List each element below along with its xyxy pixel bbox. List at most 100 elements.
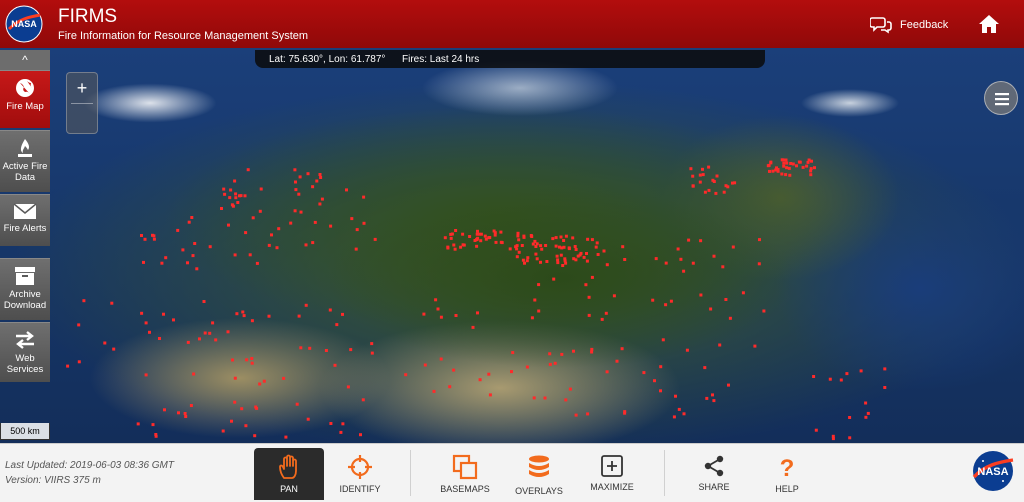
overlays-tool-button[interactable]: OVERLAYS: [504, 448, 574, 500]
sidebar-item-web-services[interactable]: Web Services: [0, 322, 50, 382]
fire-detection-dot: [782, 161, 786, 165]
fire-detection-dot: [848, 436, 852, 440]
fire-detection-dot: [533, 239, 537, 243]
sidebar-item-label: Web Services: [6, 353, 44, 375]
fire-detection-dot: [699, 239, 703, 243]
nasa-logo-icon[interactable]: NASA: [5, 5, 43, 43]
fire-detection-dot: [540, 247, 544, 251]
fire-detection-dot: [805, 164, 809, 168]
fire-detection-dot: [510, 370, 513, 374]
fire-detection-dot: [110, 301, 114, 305]
fire-detection-dot: [220, 207, 223, 210]
fire-detection-dot: [236, 201, 240, 204]
sidebar-collapse-button[interactable]: ^: [0, 50, 50, 70]
sidebar-item-fire-map[interactable]: Fire Map: [0, 70, 50, 128]
zoom-out-button[interactable]: [67, 104, 97, 134]
fire-detection-dot: [190, 216, 194, 219]
svg-text:NASA: NASA: [977, 466, 1008, 478]
fire-detection-dot: [319, 176, 323, 179]
identify-tool-button[interactable]: IDENTIFY: [325, 448, 395, 500]
fire-detection-dot: [789, 162, 793, 165]
bottom-toolbar: Last Updated: 2019-06-03 08:36 GMT Versi…: [0, 443, 1024, 502]
fire-detection-dot: [299, 346, 303, 350]
fire-detection-dot: [623, 258, 627, 261]
fire-detection-dot: [526, 256, 530, 260]
fire-detection-dot: [294, 188, 298, 192]
fire-detection-dot: [231, 204, 235, 208]
fire-detection-dot: [548, 352, 552, 356]
zoom-control: +: [66, 72, 98, 134]
fire-detection-dot: [103, 341, 107, 345]
crosshair-icon: [348, 455, 372, 479]
fire-detection-dot: [222, 187, 226, 191]
fire-detection-dot: [299, 210, 303, 214]
fire-detection-dot: [552, 277, 556, 281]
fire-detection-dot: [612, 294, 616, 298]
fire-detection-dot: [523, 261, 526, 265]
fire-detection-dot: [785, 161, 789, 165]
fire-detection-dot: [244, 231, 248, 235]
fire-detection-dot: [701, 173, 705, 177]
fire-detection-dot: [221, 429, 225, 433]
basemaps-tool-button[interactable]: BASEMAPS: [430, 448, 500, 500]
fire-detection-dot: [722, 190, 726, 194]
fire-detection-dot: [186, 340, 190, 344]
zoom-in-button[interactable]: +: [67, 73, 97, 103]
fire-detection-dot: [672, 415, 676, 419]
tool-label: BASEMAPS: [440, 484, 490, 494]
fire-detection-dot: [544, 244, 548, 247]
fire-detection-dot: [791, 162, 795, 166]
fire-detection-dot: [241, 310, 245, 314]
fire-detection-dot: [362, 195, 366, 199]
fire-detection-dot: [233, 179, 237, 183]
fire-detection-dot: [661, 338, 665, 342]
fire-detection-dot: [172, 318, 175, 322]
maximize-tool-button[interactable]: MAXIMIZE: [577, 448, 647, 500]
fire-detection-dot: [642, 371, 646, 375]
sidebar-item-active-fire-data[interactable]: Active Fire Data: [0, 130, 50, 192]
fire-detection-dot: [294, 180, 297, 184]
fire-detection-dot: [259, 187, 263, 191]
fire-detection-dot: [525, 259, 529, 263]
sidebar-item-archive-download[interactable]: Archive Download: [0, 258, 50, 320]
fire-detection-dot: [231, 358, 234, 362]
fire-detection-dot: [585, 252, 588, 255]
nasa-footer-logo-icon[interactable]: NASA: [969, 449, 1017, 493]
fire-detection-dot: [453, 247, 457, 251]
fire-detection-dot: [203, 331, 207, 335]
fire-detection-dot: [781, 158, 785, 162]
fire-detection-dot: [461, 232, 465, 236]
fire-detection-dot: [560, 352, 564, 356]
fire-detection-dot: [329, 422, 333, 425]
fire-detection-dot: [659, 365, 663, 369]
fire-detection-dot: [515, 255, 519, 259]
feedback-button[interactable]: Feedback: [870, 14, 948, 36]
home-icon[interactable]: [978, 13, 1000, 35]
fire-detection-dot: [270, 233, 273, 237]
fire-detection-dot: [679, 257, 683, 261]
fire-detection-dot: [254, 405, 258, 409]
share-tool-button[interactable]: SHARE: [679, 448, 749, 500]
fire-detection-dot: [659, 389, 662, 393]
fire-detection-dot: [813, 166, 816, 170]
hamburger-icon: [995, 93, 1009, 106]
fire-detection-dot: [568, 387, 572, 391]
fire-detection-dot: [691, 261, 695, 265]
fire-detection-dot: [698, 173, 702, 177]
app-title: FIRMS: [58, 6, 118, 27]
fire-detection-dot: [298, 175, 302, 179]
fire-detection-dot: [522, 235, 526, 239]
help-tool-button[interactable]: ? HELP: [752, 448, 822, 500]
fire-detection-dot: [148, 330, 151, 334]
fire-detection-dot: [807, 158, 811, 162]
pan-tool-button[interactable]: PAN: [254, 448, 324, 500]
fire-detection-dot: [883, 386, 887, 389]
fire-detection-dot: [446, 246, 450, 250]
fire-detection-dot: [208, 245, 212, 249]
fire-detection-dot: [517, 250, 521, 254]
fire-detection-dot: [718, 343, 722, 347]
map-menu-button[interactable]: [984, 81, 1018, 115]
fire-map[interactable]: [0, 48, 1024, 443]
sidebar-item-fire-alerts[interactable]: Fire Alerts: [0, 194, 50, 246]
fire-detection-dot: [152, 237, 156, 241]
